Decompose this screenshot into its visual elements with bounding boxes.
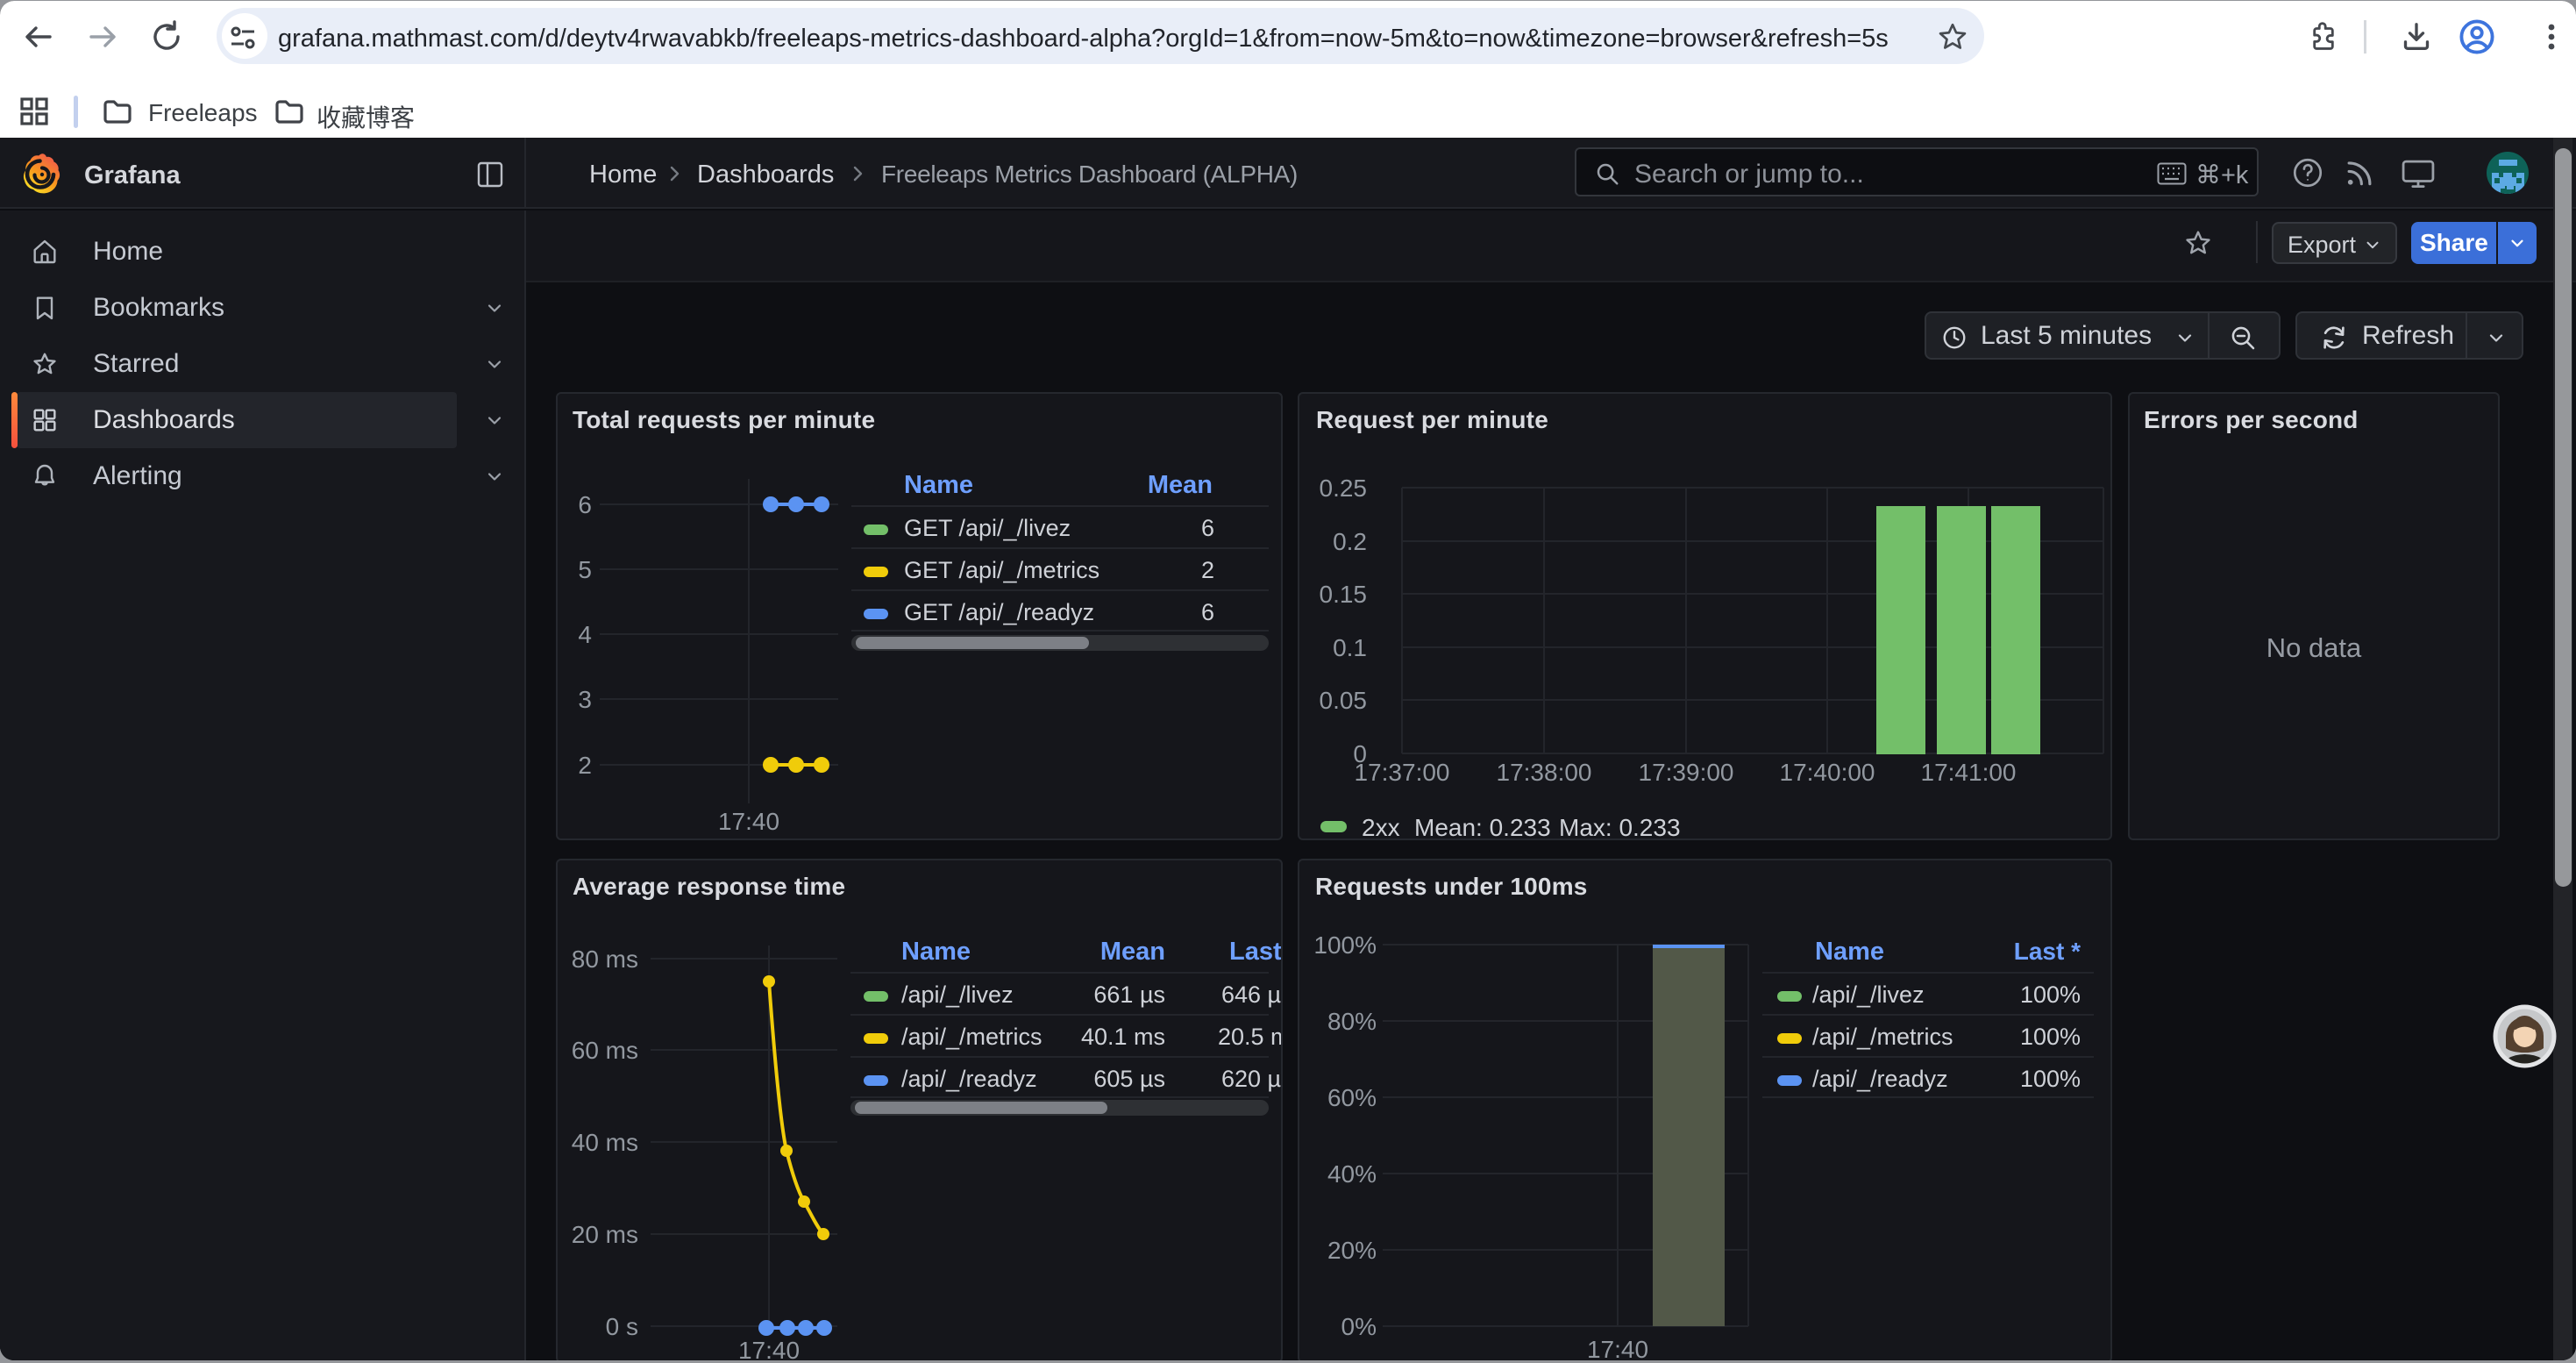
svg-text:Name: Name xyxy=(901,938,971,966)
svg-text:/api/_/livez: /api/_/livez xyxy=(901,981,1014,1008)
svg-text:40%: 40% xyxy=(1327,1160,1377,1188)
svg-text:Name: Name xyxy=(904,471,973,499)
svg-text:0%: 0% xyxy=(1341,1313,1377,1340)
svg-text:/api/_/metrics: /api/_/metrics xyxy=(1812,1024,1953,1050)
svg-text:0.2: 0.2 xyxy=(1333,528,1367,555)
svg-text:40 ms: 40 ms xyxy=(572,1129,638,1156)
svg-text:17:37:00: 17:37:00 xyxy=(1355,759,1450,786)
svg-text:5: 5 xyxy=(578,556,592,583)
svg-text:17:40:00: 17:40:00 xyxy=(1780,759,1875,786)
svg-text:100%: 100% xyxy=(2020,1066,2081,1092)
svg-text:17:40: 17:40 xyxy=(718,808,779,835)
svg-text:2: 2 xyxy=(578,752,592,779)
svg-text:GET /api/_/livez: GET /api/_/livez xyxy=(904,515,1071,541)
svg-text:661 µs: 661 µs xyxy=(1093,981,1165,1008)
svg-text:6: 6 xyxy=(578,491,592,518)
svg-text:0.05: 0.05 xyxy=(1320,687,1368,714)
svg-text:Name: Name xyxy=(1815,938,1884,966)
svg-text:/api/_/metrics: /api/_/metrics xyxy=(901,1024,1042,1050)
svg-text:3: 3 xyxy=(578,686,592,713)
svg-text:20.5 ms: 20.5 ms xyxy=(1218,1024,1281,1050)
svg-text:620 µs: 620 µs xyxy=(1221,1066,1281,1092)
svg-text:6: 6 xyxy=(1201,515,1214,541)
svg-text:Last *: Last * xyxy=(1229,938,1281,966)
svg-text:20 ms: 20 ms xyxy=(572,1221,638,1248)
svg-text:100%: 100% xyxy=(1313,931,1377,959)
svg-text:17:39:00: 17:39:00 xyxy=(1639,759,1734,786)
svg-text:/api/_/readyz: /api/_/readyz xyxy=(1812,1066,1948,1092)
svg-text:17:41:00: 17:41:00 xyxy=(1921,759,2017,786)
svg-text:Mean: 0.233: Mean: 0.233 xyxy=(1414,814,1551,838)
svg-text:0 s: 0 s xyxy=(606,1313,638,1340)
svg-text:0.1: 0.1 xyxy=(1333,634,1367,661)
svg-text:0.25: 0.25 xyxy=(1320,475,1368,502)
svg-text:20%: 20% xyxy=(1327,1237,1377,1264)
svg-text:/api/_/livez: /api/_/livez xyxy=(1812,981,1925,1008)
svg-text:40.1 ms: 40.1 ms xyxy=(1081,1024,1165,1050)
svg-text:80%: 80% xyxy=(1327,1008,1377,1035)
svg-text:Mean: Mean xyxy=(1148,471,1213,499)
svg-text:4: 4 xyxy=(578,621,592,648)
svg-text:100%: 100% xyxy=(2020,1024,2081,1050)
svg-text:17:38:00: 17:38:00 xyxy=(1497,759,1592,786)
svg-text:2: 2 xyxy=(1201,557,1214,583)
svg-text:/api/_/readyz: /api/_/readyz xyxy=(901,1066,1037,1092)
svg-text:60%: 60% xyxy=(1327,1084,1377,1111)
svg-text:60 ms: 60 ms xyxy=(572,1037,638,1064)
svg-text:605 µs: 605 µs xyxy=(1093,1066,1165,1092)
svg-text:2xx: 2xx xyxy=(1362,814,1400,838)
svg-text:100%: 100% xyxy=(2020,981,2081,1008)
svg-text:6: 6 xyxy=(1201,599,1214,625)
svg-text:17:40: 17:40 xyxy=(1587,1336,1648,1360)
svg-text:0.15: 0.15 xyxy=(1320,581,1368,608)
svg-text:Max: 0.233: Max: 0.233 xyxy=(1559,814,1681,838)
svg-text:GET /api/_/metrics: GET /api/_/metrics xyxy=(904,557,1099,583)
svg-text:Last *: Last * xyxy=(2014,938,2081,965)
svg-text:GET /api/_/readyz: GET /api/_/readyz xyxy=(904,599,1094,625)
svg-text:17:40: 17:40 xyxy=(738,1337,800,1360)
svg-text:646 µs: 646 µs xyxy=(1221,981,1281,1008)
svg-text:Mean: Mean xyxy=(1100,938,1165,966)
svg-text:80 ms: 80 ms xyxy=(572,946,638,973)
